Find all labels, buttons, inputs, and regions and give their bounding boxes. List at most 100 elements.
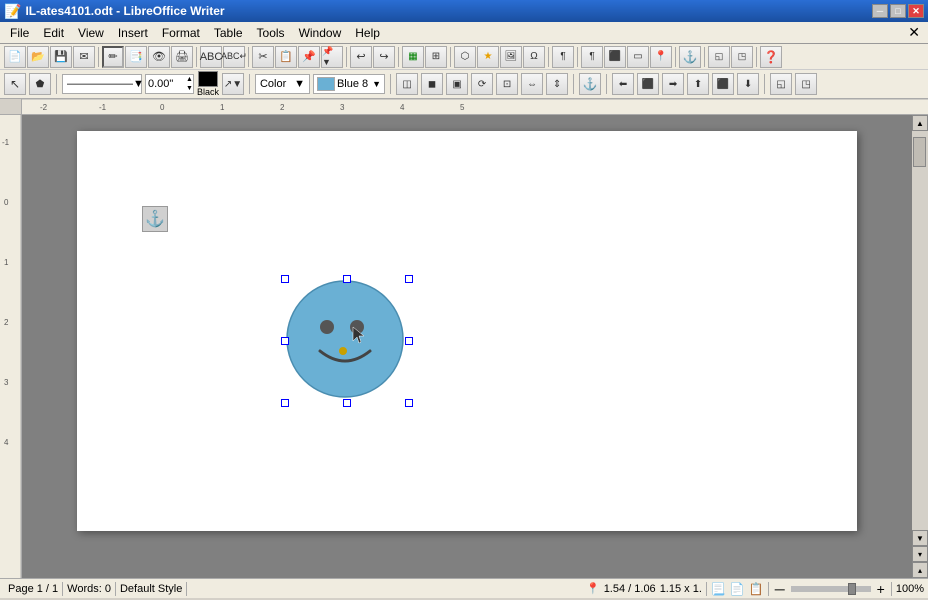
paste-special-button[interactable]: 📌▼	[321, 46, 343, 68]
character-formatting-button[interactable]: ¶	[552, 46, 574, 68]
menu-table[interactable]: Table	[208, 24, 249, 42]
anchor-position-button[interactable]: ⚓	[679, 46, 701, 68]
svg-text:3: 3	[4, 378, 9, 387]
align-top-button[interactable]: ⬆	[687, 73, 709, 95]
paste-button[interactable]: 📌	[298, 46, 320, 68]
handle-tm[interactable]	[343, 275, 351, 283]
window-title: IL-ates4101.odt - LibreOffice Writer	[25, 4, 224, 18]
points-tool-button[interactable]: ⬟	[29, 73, 51, 95]
status-sep-3	[186, 582, 187, 596]
align-right-button[interactable]: ➡	[662, 73, 684, 95]
fontwork-button[interactable]: ★	[477, 46, 499, 68]
smiley-shape[interactable]	[285, 279, 409, 403]
handle-mr[interactable]	[405, 337, 413, 345]
insert-frame-button[interactable]: ⬡	[454, 46, 476, 68]
copy-button[interactable]: 📋	[275, 46, 297, 68]
insert-picture-button[interactable]: 🖼	[500, 46, 522, 68]
print-preview-button[interactable]: 👁	[148, 46, 170, 68]
anchor-button[interactable]: ⚓	[579, 73, 601, 95]
vertical-scrollbar[interactable]: ▲ ▼ ▾ ▴	[912, 115, 928, 578]
line-color-control[interactable]: Black	[197, 71, 219, 97]
crop-button[interactable]: ⊡	[496, 73, 518, 95]
menu-tools[interactable]: Tools	[251, 24, 291, 42]
sep10	[704, 47, 705, 67]
text-box-button[interactable]: ▣	[446, 73, 468, 95]
maximize-button[interactable]: □	[890, 4, 906, 18]
scroll-bottom-button[interactable]: ▾	[912, 546, 928, 562]
cut-button[interactable]: ✂	[252, 46, 274, 68]
draw-function-button[interactable]: ▦	[402, 46, 424, 68]
scroll-thumb[interactable]	[913, 137, 926, 167]
line-width-input[interactable]	[146, 75, 186, 93]
print-button[interactable]: 🖨	[171, 46, 193, 68]
fill-color-control[interactable]: Blue 8 ▼	[313, 74, 385, 94]
open-button[interactable]: 📂	[27, 46, 49, 68]
formatting-marks-button[interactable]: ⬛	[604, 46, 626, 68]
text-boundaries-button[interactable]: ▭	[627, 46, 649, 68]
export-pdf-button[interactable]: 📑	[125, 46, 147, 68]
menu-format[interactable]: Format	[156, 24, 206, 42]
view-icon-1[interactable]: 📃	[711, 582, 726, 596]
view-icon-3[interactable]: 📋	[749, 582, 764, 596]
nonprinting-chars-button[interactable]: ¶	[581, 46, 603, 68]
insert-table-button[interactable]: ⊞	[425, 46, 447, 68]
redo-button[interactable]: ↪	[373, 46, 395, 68]
save-button[interactable]: 💾	[50, 46, 72, 68]
minimize-button[interactable]: ─	[872, 4, 888, 18]
line-style-dropdown[interactable]: —————— ▼	[62, 74, 142, 94]
align-left-button[interactable]: ⬅	[612, 73, 634, 95]
navigator-button[interactable]: 📍	[650, 46, 672, 68]
send-back-button[interactable]: ◱	[708, 46, 730, 68]
bring-front2-button[interactable]: ◳	[795, 73, 817, 95]
handle-ml[interactable]	[281, 337, 289, 345]
zoom-plus-button[interactable]: +	[875, 581, 887, 597]
scroll-down-button[interactable]: ▼	[912, 530, 928, 546]
menu-edit[interactable]: Edit	[37, 24, 70, 42]
handle-bm[interactable]	[343, 399, 351, 407]
menu-help[interactable]: Help	[349, 24, 386, 42]
shadow-color-button[interactable]: ◼	[421, 73, 443, 95]
handle-br[interactable]	[405, 399, 413, 407]
document-area[interactable]: ⚓	[22, 115, 912, 578]
libreoffice-help-button[interactable]: ❓	[760, 46, 782, 68]
undo-button[interactable]: ↩	[350, 46, 372, 68]
menu-view[interactable]: View	[72, 24, 110, 42]
new-button[interactable]: 📄	[4, 46, 26, 68]
flip-v-button[interactable]: ⇕	[546, 73, 568, 95]
svg-text:-1: -1	[99, 103, 107, 112]
svg-text:2: 2	[280, 103, 285, 112]
scroll-up-button[interactable]: ▲	[912, 115, 928, 131]
line-arrow-dropdown[interactable]: ↗▼	[222, 73, 244, 95]
menu-window[interactable]: Window	[293, 24, 348, 42]
zoom-slider[interactable]	[791, 586, 871, 592]
svg-text:0: 0	[160, 103, 165, 112]
handle-tr[interactable]	[405, 275, 413, 283]
autocorrect-button[interactable]: ABC↵	[223, 46, 245, 68]
menu-file[interactable]: File	[4, 24, 35, 42]
email-button[interactable]: ✉	[73, 46, 95, 68]
bring-front-button[interactable]: ◳	[731, 46, 753, 68]
align-bottom-button[interactable]: ⬇	[737, 73, 759, 95]
view-icon-2[interactable]: 📄	[730, 582, 745, 596]
menu-close-icon[interactable]: ✕	[904, 24, 924, 41]
scroll-top-button[interactable]: ▴	[912, 562, 928, 578]
spellcheck-button[interactable]: ABC	[200, 46, 222, 68]
arrow-tool-button[interactable]: ↖	[4, 73, 26, 95]
handle-tl[interactable]	[281, 275, 289, 283]
color-mode-dropdown[interactable]: Color ▼	[255, 74, 310, 94]
flip-h-button[interactable]: ⇔	[521, 73, 543, 95]
zoom-level[interactable]: 100%	[896, 583, 924, 595]
line-width-spinner[interactable]: ▲ ▼	[186, 75, 193, 93]
close-button[interactable]: ✕	[908, 4, 924, 18]
handle-bl[interactable]	[281, 399, 289, 407]
zoom-thumb[interactable]	[848, 583, 856, 595]
zoom-minus-button[interactable]: ─	[773, 581, 787, 597]
align-center-button[interactable]: ⬛	[637, 73, 659, 95]
menu-insert[interactable]: Insert	[112, 24, 154, 42]
insert-special-button[interactable]: Ω	[523, 46, 545, 68]
edit-mode-button[interactable]: ✏	[102, 46, 124, 68]
align-middle-button[interactable]: ⬛	[712, 73, 734, 95]
shadow-button[interactable]: ◫	[396, 73, 418, 95]
send-back2-button[interactable]: ◱	[770, 73, 792, 95]
object-rotation-button[interactable]: ⟳	[471, 73, 493, 95]
